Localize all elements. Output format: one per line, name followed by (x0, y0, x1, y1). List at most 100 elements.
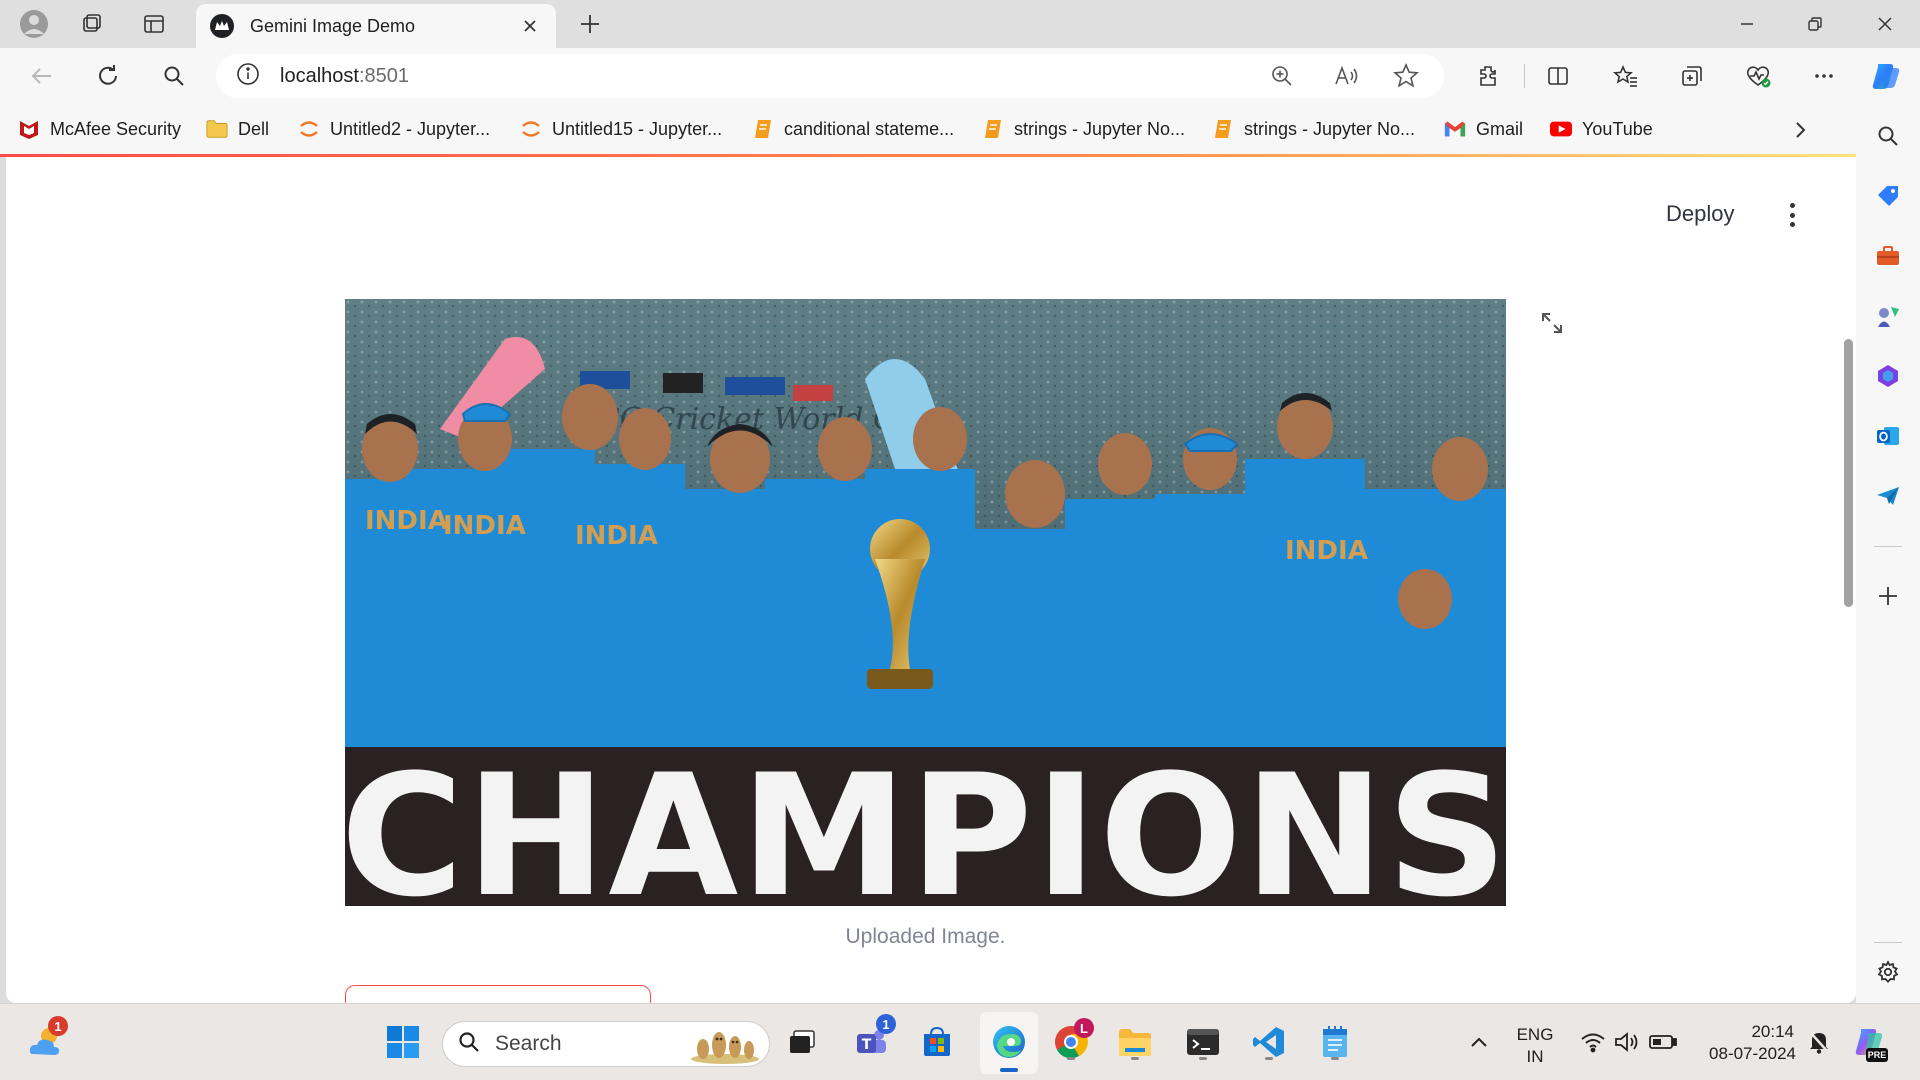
bookmarks-bar: McAfee Security Dell Untitled2 - Jupyter… (0, 104, 1920, 154)
more-options-icon[interactable] (1806, 58, 1842, 94)
sidebar-settings-gear-icon[interactable] (1872, 956, 1904, 988)
bookmark-untitled15[interactable]: Untitled15 - Jupyter... (520, 116, 722, 142)
navigation-bar: localhost:8501 (0, 48, 1920, 104)
profile-avatar-icon[interactable] (18, 8, 50, 40)
copilot-pre-badge: PRE (1866, 1048, 1888, 1062)
back-icon[interactable] (24, 58, 60, 94)
vertical-tabs-icon[interactable] (138, 8, 170, 40)
new-tab-icon[interactable] (574, 8, 606, 40)
edge-browser-icon[interactable] (988, 1021, 1030, 1063)
notebook-icon (752, 118, 774, 140)
browser-essentials-icon[interactable] (1740, 58, 1776, 94)
file-explorer-icon[interactable] (1114, 1021, 1156, 1063)
favorite-star-icon[interactable] (1390, 60, 1422, 92)
main-menu-icon[interactable] (1780, 201, 1804, 229)
bookmark-strings-2[interactable]: strings - Jupyter No... (1212, 116, 1415, 142)
bookmark-strings-1[interactable]: strings - Jupyter No... (982, 116, 1185, 142)
active-tab[interactable]: Gemini Image Demo (196, 4, 556, 48)
clock-date: 08-07-2024 (1709, 1044, 1796, 1063)
sidebar-search-icon[interactable] (1872, 120, 1904, 152)
taskbar-search-box[interactable]: Search (442, 1021, 770, 1067)
chevron-right-icon[interactable] (1786, 116, 1814, 144)
fullscreen-expand-icon[interactable] (1536, 307, 1568, 339)
games-icon[interactable] (1872, 300, 1904, 332)
workspaces-icon[interactable] (76, 8, 108, 40)
vertical-scrollbar[interactable] (1844, 339, 1853, 607)
notebook-icon (982, 118, 1004, 140)
restore-icon[interactable] (1782, 0, 1848, 48)
copilot-icon[interactable] (1868, 58, 1904, 94)
jupyter-icon (520, 118, 542, 140)
battery-icon[interactable] (1642, 1021, 1684, 1063)
bookmark-label: Untitled2 - Jupyter... (330, 118, 491, 139)
folder-icon (206, 118, 228, 140)
microsoft-store-icon[interactable] (916, 1021, 958, 1063)
extensions-icon[interactable] (1470, 58, 1506, 94)
system-clock[interactable]: 20:14 08-07-2024 (1696, 1021, 1796, 1065)
address-bar[interactable]: localhost:8501 (216, 54, 1444, 98)
sidebar-divider (1874, 546, 1902, 547)
bookmark-untitled2[interactable]: Untitled2 - Jupyter... (298, 116, 490, 142)
favorites-icon[interactable] (1608, 58, 1644, 94)
site-info-icon[interactable] (236, 62, 260, 91)
close-window-icon[interactable] (1852, 0, 1918, 48)
zoom-icon[interactable] (1266, 60, 1298, 92)
sidebar-divider (1874, 942, 1902, 943)
chevron-up-icon[interactable] (1458, 1021, 1500, 1063)
vscode-icon[interactable] (1248, 1021, 1290, 1063)
toolbar-divider (1524, 64, 1525, 88)
terminal-icon[interactable] (1182, 1021, 1224, 1063)
tools-icon[interactable] (1872, 240, 1904, 272)
close-tab-icon[interactable] (518, 14, 542, 38)
region-code: IN (1526, 1047, 1544, 1066)
shopping-tag-icon[interactable] (1872, 180, 1904, 212)
bookmark-label: Gmail (1476, 118, 1524, 139)
svg-text:INDIA: INDIA (365, 506, 448, 536)
notebook-icon (1212, 118, 1234, 140)
language-code: ENG (1516, 1025, 1554, 1044)
edge-sidebar (1856, 104, 1920, 1003)
teams-badge: 1 (876, 1014, 896, 1034)
task-view-icon[interactable] (782, 1021, 824, 1063)
deploy-button[interactable]: Deploy (1666, 201, 1734, 227)
refresh-icon[interactable] (90, 58, 126, 94)
next-widget-outline[interactable] (345, 985, 651, 1003)
bookmark-label: Untitled15 - Jupyter... (552, 118, 723, 139)
microsoft365-icon[interactable] (1872, 360, 1904, 392)
bookmark-dell[interactable]: Dell (206, 116, 269, 142)
notepad-icon[interactable] (1314, 1021, 1356, 1063)
bookmark-label: McAfee Security (50, 118, 182, 139)
search-highlight-icon (689, 1025, 761, 1070)
clock-time: 20:14 (1751, 1022, 1794, 1041)
read-aloud-icon[interactable] (1330, 60, 1362, 92)
jupyter-icon (298, 118, 320, 140)
outlook-icon[interactable] (1872, 420, 1904, 452)
add-sidebar-app-icon[interactable] (1872, 580, 1904, 612)
svg-text:INDIA: INDIA (443, 511, 526, 541)
taskbar-search-label: Search (495, 1032, 562, 1055)
collections-icon[interactable] (1674, 58, 1710, 94)
notification-bell-icon[interactable] (1798, 1021, 1840, 1063)
start-windows-icon[interactable] (382, 1021, 424, 1063)
send-icon[interactable] (1872, 480, 1904, 512)
bookmark-label: strings - Jupyter No... (1014, 118, 1186, 139)
tab-strip: Gemini Image Demo (0, 0, 1920, 48)
bookmark-gmail[interactable]: Gmail (1444, 116, 1523, 142)
weather-badge: 1 (48, 1016, 68, 1036)
bookmark-label: canditional stateme... (784, 118, 955, 139)
svg-text:INDIA: INDIA (1285, 536, 1368, 566)
minimize-icon[interactable] (1714, 0, 1780, 48)
bookmark-mcafee[interactable]: McAfee Security (18, 116, 181, 142)
search-icon[interactable] (156, 58, 192, 94)
bookmark-conditional-statements[interactable]: canditional stateme... (752, 116, 954, 142)
chrome-profile-badge: L (1074, 1018, 1094, 1038)
windows-taskbar: 1 Search T 1 L ENG IN 20:14 08-07-2024 P… (0, 1003, 1920, 1080)
mcafee-icon (18, 118, 40, 140)
bookmark-youtube[interactable]: YouTube (1550, 116, 1653, 142)
input-language[interactable]: ENG IN (1510, 1024, 1560, 1068)
bookmark-label: strings - Jupyter No... (1244, 118, 1416, 139)
svg-text:INDIA: INDIA (575, 521, 658, 551)
split-screen-icon[interactable] (1540, 58, 1576, 94)
taskbar-search-icon (457, 1030, 481, 1059)
svg-text:T: T (862, 1037, 872, 1053)
